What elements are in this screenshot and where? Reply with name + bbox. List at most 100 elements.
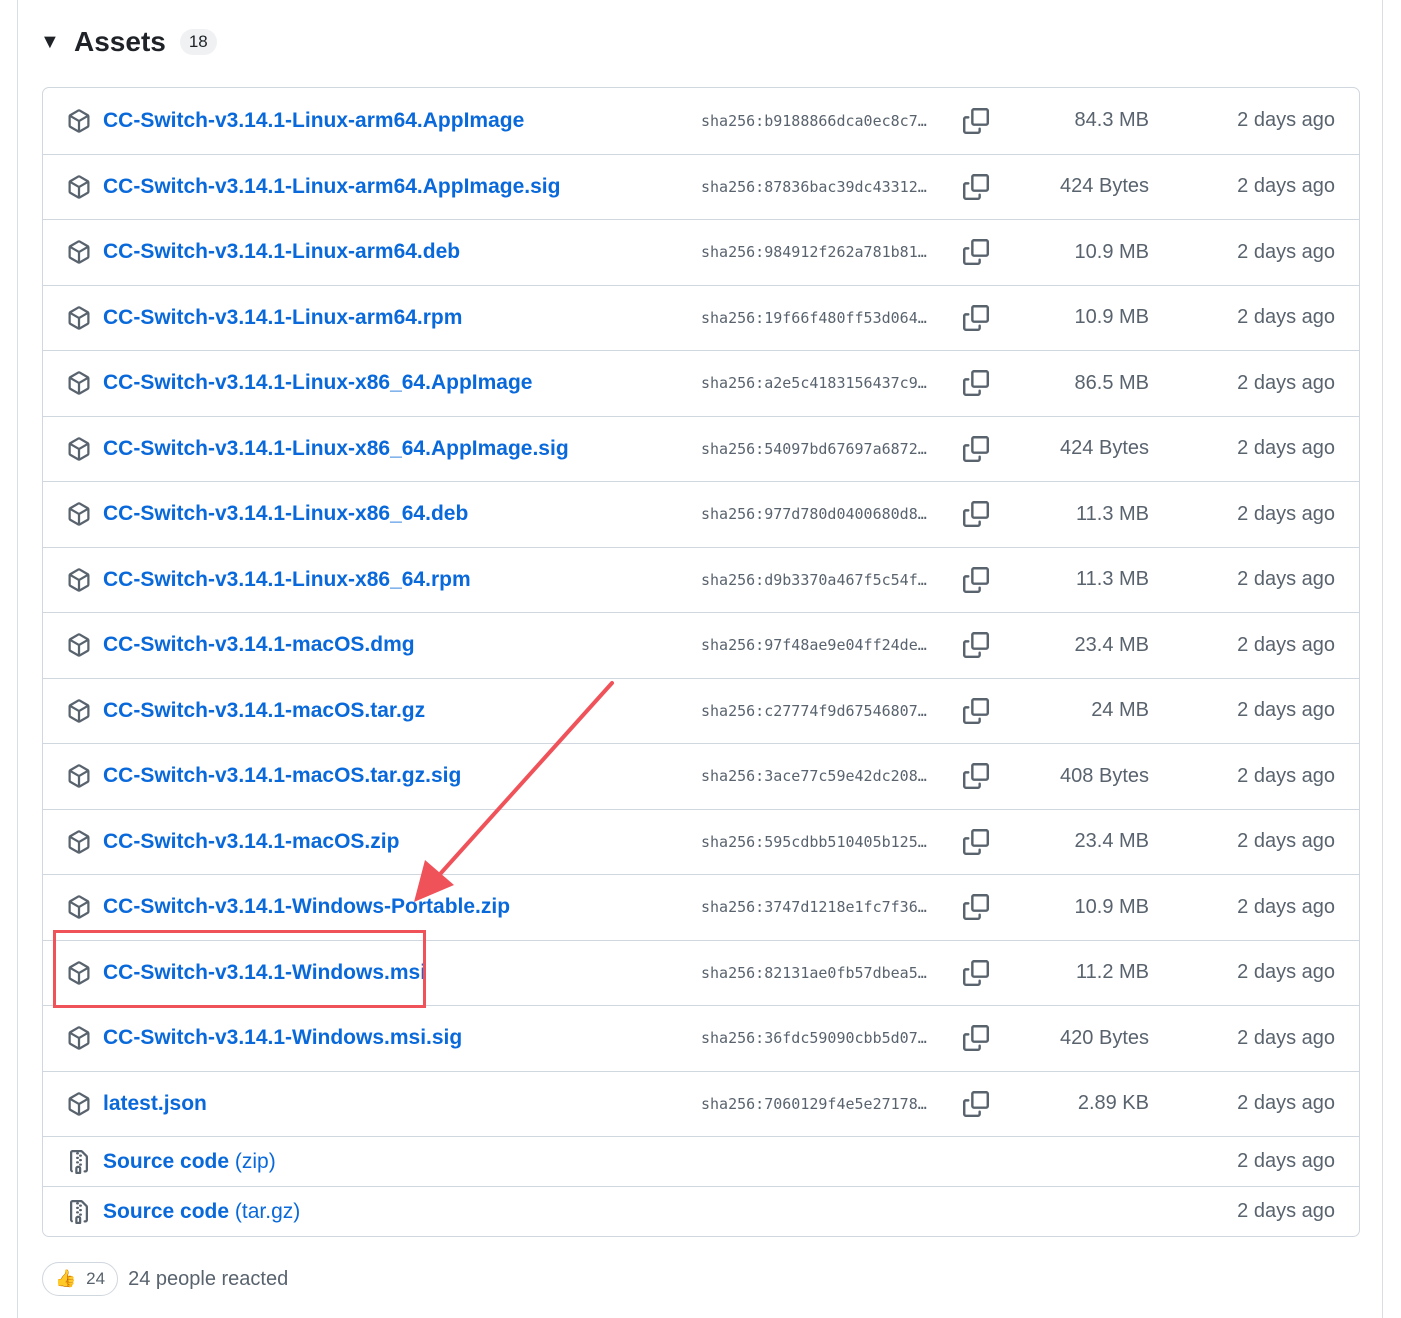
asset-row: CC-Switch-v3.14.1-macOS.tar.gz sha256:c27… <box>43 677 1359 744</box>
asset-size: 84.3 MB <box>1074 109 1149 132</box>
assets-header[interactable]: ▼ Assets 18 <box>40 22 217 62</box>
file-zip-icon <box>67 1149 91 1174</box>
package-icon <box>67 240 91 265</box>
asset-date: 2 days ago <box>1237 961 1335 984</box>
copy-icon[interactable] <box>963 697 989 724</box>
asset-row: CC-Switch-v3.14.1-Linux-arm64.deb sha256:… <box>43 219 1359 285</box>
copy-icon[interactable] <box>963 632 989 659</box>
copy-icon[interactable] <box>963 501 989 528</box>
package-icon <box>67 108 91 133</box>
asset-size: 420 Bytes <box>1060 1026 1149 1049</box>
asset-download-link[interactable]: CC-Switch-v3.14.1-Linux-x86_64.AppImage <box>103 371 532 395</box>
asset-sha256: sha256:36fdc59090cbb5d07… <box>701 1029 927 1048</box>
asset-date: 2 days ago <box>1237 568 1335 591</box>
asset-download-link[interactable]: CC-Switch-v3.14.1-Linux-arm64.AppImage.s… <box>103 175 560 199</box>
asset-sha256: sha256:82131ae0fb57dbea5… <box>701 963 927 982</box>
asset-sha256: sha256:7060129f4e5e27178… <box>701 1094 927 1113</box>
asset-download-link[interactable]: CC-Switch-v3.14.1-Linux-x86_64.AppImage.… <box>103 437 569 461</box>
asset-size: 10.9 MB <box>1074 240 1149 263</box>
asset-date: 2 days ago <box>1237 306 1335 329</box>
asset-sha256: sha256:b9188866dca0ec8c7… <box>701 111 927 130</box>
asset-row: CC-Switch-v3.14.1-Linux-x86_64.AppImage s… <box>43 350 1359 416</box>
asset-row: CC-Switch-v3.14.1-Linux-x86_64.AppImage.… <box>43 415 1359 482</box>
asset-date: 2 days ago <box>1237 437 1335 460</box>
file-zip-icon <box>67 1199 91 1224</box>
copy-icon[interactable] <box>963 894 989 921</box>
source-code-row: Source code (zip) 2 days ago <box>43 1136 1359 1186</box>
asset-download-link[interactable]: CC-Switch-v3.14.1-macOS.tar.gz.sig <box>103 764 461 788</box>
copy-icon[interactable] <box>963 370 989 397</box>
asset-sha256: sha256:984912f262a781b81… <box>701 243 927 262</box>
copy-icon[interactable] <box>963 959 989 986</box>
asset-date: 2 days ago <box>1237 1150 1335 1172</box>
asset-download-link[interactable]: CC-Switch-v3.14.1-macOS.tar.gz <box>103 699 425 723</box>
annotation-highlight-box <box>53 930 426 1008</box>
asset-row: CC-Switch-v3.14.1-Linux-arm64.AppImage sh… <box>43 88 1359 154</box>
copy-icon[interactable] <box>963 566 989 593</box>
asset-download-link[interactable]: CC-Switch-v3.14.1-Linux-arm64.deb <box>103 240 460 264</box>
asset-size: 10.9 MB <box>1074 306 1149 329</box>
asset-sha256: sha256:595cdbb510405b125… <box>701 832 927 851</box>
asset-date: 2 days ago <box>1237 764 1335 787</box>
source-code-link[interactable]: Source code (zip) <box>103 1150 276 1174</box>
asset-sha256: sha256:c27774f9d67546807… <box>701 701 927 720</box>
asset-download-link[interactable]: CC-Switch-v3.14.1-macOS.zip <box>103 830 399 854</box>
asset-size: 24 MB <box>1091 699 1149 722</box>
asset-date: 2 days ago <box>1237 502 1335 525</box>
asset-date: 2 days ago <box>1237 633 1335 656</box>
reaction-count: 24 <box>86 1269 106 1288</box>
asset-size: 10.9 MB <box>1074 895 1149 918</box>
asset-row: CC-Switch-v3.14.1-macOS.dmg sha256:97f48a… <box>43 612 1359 678</box>
asset-date: 2 days ago <box>1237 1092 1335 1115</box>
asset-date: 2 days ago <box>1237 240 1335 263</box>
package-icon <box>67 895 91 920</box>
copy-icon[interactable] <box>963 1025 989 1052</box>
asset-download-link[interactable]: CC-Switch-v3.14.1-macOS.dmg <box>103 633 415 657</box>
asset-date: 2 days ago <box>1237 895 1335 918</box>
asset-size: 23.4 MB <box>1074 633 1149 656</box>
asset-size: 2.89 KB <box>1077 1092 1149 1115</box>
package-icon <box>67 764 91 789</box>
copy-icon[interactable] <box>963 763 989 790</box>
asset-row: CC-Switch-v3.14.1-Linux-arm64.AppImage.s… <box>43 153 1359 220</box>
asset-row: CC-Switch-v3.14.1-Linux-arm64.rpm sha256:… <box>43 284 1359 351</box>
asset-download-link[interactable]: CC-Switch-v3.14.1-Linux-arm64.AppImage <box>103 109 524 133</box>
thumbs-up-icon: 👍 <box>55 1269 77 1288</box>
copy-icon[interactable] <box>963 1090 989 1117</box>
asset-size: 23.4 MB <box>1074 830 1149 853</box>
asset-date: 2 days ago <box>1237 699 1335 722</box>
package-icon <box>67 698 91 723</box>
reaction-button[interactable]: 👍 24 <box>42 1262 119 1296</box>
source-code-link[interactable]: Source code (tar.gz) <box>103 1200 300 1224</box>
asset-download-link[interactable]: CC-Switch-v3.14.1-Linux-x86_64.deb <box>103 502 468 526</box>
package-icon <box>67 305 91 330</box>
assets-count-badge: 18 <box>179 29 217 55</box>
asset-date: 2 days ago <box>1237 371 1335 394</box>
source-code-label: Source code <box>103 1149 230 1173</box>
asset-download-link[interactable]: CC-Switch-v3.14.1-Linux-arm64.rpm <box>103 306 462 330</box>
asset-download-link[interactable]: CC-Switch-v3.14.1-Linux-x86_64.rpm <box>103 568 471 592</box>
source-code-row: Source code (tar.gz) 2 days ago <box>43 1186 1359 1236</box>
asset-row: CC-Switch-v3.14.1-macOS.tar.gz.sig sha256… <box>43 743 1359 809</box>
copy-icon[interactable] <box>963 239 989 266</box>
asset-download-link[interactable]: CC-Switch-v3.14.1-Windows.msi.sig <box>103 1026 462 1050</box>
asset-sha256: sha256:977d780d0400680d8… <box>701 505 927 524</box>
copy-icon[interactable] <box>963 304 989 331</box>
copy-icon[interactable] <box>963 107 989 134</box>
asset-date: 2 days ago <box>1237 109 1335 132</box>
copy-icon[interactable] <box>963 173 989 200</box>
package-icon <box>67 1091 91 1116</box>
assets-title: Assets <box>74 26 166 57</box>
copy-icon[interactable] <box>963 435 989 462</box>
asset-row: CC-Switch-v3.14.1-macOS.zip sha256:595cdb… <box>43 808 1359 875</box>
package-icon <box>67 436 91 461</box>
asset-row: CC-Switch-v3.14.1-Linux-x86_64.rpm sha256… <box>43 546 1359 613</box>
copy-icon[interactable] <box>963 828 989 855</box>
asset-date: 2 days ago <box>1237 830 1335 853</box>
asset-size: 424 Bytes <box>1060 437 1149 460</box>
asset-date: 2 days ago <box>1237 1026 1335 1049</box>
package-icon <box>67 567 91 592</box>
triangle-down-icon[interactable]: ▼ <box>40 31 60 54</box>
asset-download-link[interactable]: latest.json <box>103 1092 207 1116</box>
asset-download-link[interactable]: CC-Switch-v3.14.1-Windows-Portable.zip <box>103 895 510 919</box>
